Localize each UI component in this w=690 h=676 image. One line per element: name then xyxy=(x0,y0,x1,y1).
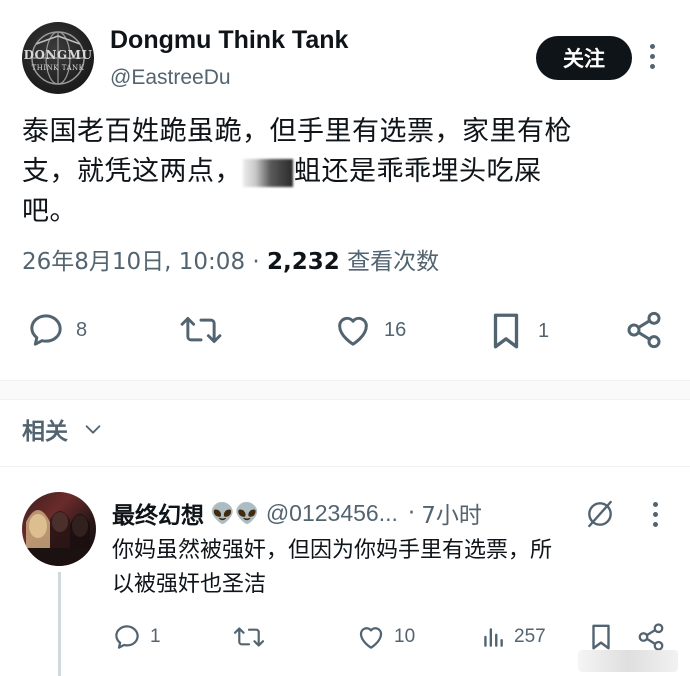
bookmark-icon xyxy=(493,313,519,349)
related-label: 相关 xyxy=(22,419,68,445)
reply-display-name[interactable]: 最终幻想 xyxy=(112,496,204,530)
post-meta: 26年8月10日, 10:08 · 2,232 查看次数 xyxy=(22,242,439,276)
reply-share-button[interactable] xyxy=(636,622,666,652)
share-icon xyxy=(627,311,661,349)
reply-count: 8 xyxy=(76,318,88,341)
alien-emoji: 👽👽 xyxy=(210,501,260,525)
reply-icon xyxy=(30,314,62,346)
author-avatar[interactable]: DONGMU THINK TANK xyxy=(22,22,94,94)
reply-views-count: 257 xyxy=(514,626,546,647)
reply-text: 你妈虽然被强奸，但因为你妈手里有选票，所 以被强奸也圣洁 xyxy=(112,534,672,602)
bar-chart-icon xyxy=(484,628,503,647)
repost-icon xyxy=(233,627,265,647)
post-timestamp[interactable]: 26年8月10日, 10:08 xyxy=(22,249,245,275)
reply-views-button[interactable]: 257 xyxy=(480,622,546,652)
divider xyxy=(0,466,690,467)
share-icon xyxy=(638,623,664,651)
reply-reply-button[interactable]: 1 xyxy=(112,622,161,652)
reply-like-button[interactable]: 10 xyxy=(356,622,415,652)
reply-text-line: 以被强奸也圣洁 xyxy=(112,572,267,597)
reply-text-line: 你妈虽然被强奸，但因为你妈手里有选票，所 xyxy=(112,538,553,563)
avatar-logo-text: DONGMU xyxy=(23,48,93,62)
post-text: 泰国老百姓跪虽跪，但手里有选票，家里有枪 支，就凭这两点， 蛆还是乖乖埋头吃屎 吧… xyxy=(22,112,662,232)
like-count: 16 xyxy=(384,318,407,341)
bookmark-button[interactable]: 1 xyxy=(488,310,549,352)
meta-separator: · xyxy=(407,500,416,526)
reply-button[interactable]: 8 xyxy=(26,310,87,350)
follow-button[interactable]: 关注 xyxy=(536,36,632,80)
repost-button[interactable] xyxy=(178,310,224,350)
like-button[interactable]: 16 xyxy=(332,310,406,350)
repost-icon xyxy=(180,317,222,343)
post-text-line: 泰国老百姓跪虽跪，但手里有选票，家里有枪 xyxy=(22,116,572,147)
post-text-segment: 蛆还是乖乖埋头吃屎 xyxy=(294,156,542,187)
chevron-down-icon xyxy=(85,425,101,434)
related-toggle[interactable]: 相关 xyxy=(22,412,104,446)
reply-like-count: 10 xyxy=(394,626,416,647)
reply-reply-count: 1 xyxy=(150,626,161,647)
watermark-blur xyxy=(578,650,678,672)
divider xyxy=(0,399,690,400)
reply-header: 最终幻想 👽👽 @0123456... · 7小时 xyxy=(112,496,482,530)
section-gap xyxy=(0,381,690,399)
reply-bookmark-button[interactable] xyxy=(588,622,614,652)
reply-more-options-icon[interactable] xyxy=(648,502,662,532)
post-text-line: 吧。 xyxy=(22,196,77,227)
meta-separator: · xyxy=(252,249,260,275)
redaction-mosaic xyxy=(243,158,293,187)
share-button[interactable] xyxy=(624,310,664,350)
bookmark-icon xyxy=(592,624,610,650)
view-count: 2,232 xyxy=(267,249,340,275)
view-label: 查看次数 xyxy=(347,249,440,275)
author-display-name[interactable]: Dongmu Think Tank xyxy=(110,26,348,55)
heart-icon xyxy=(359,627,383,649)
bookmark-count: 1 xyxy=(538,319,550,342)
avatar-logo-subtext: THINK TANK xyxy=(31,64,85,72)
heart-icon xyxy=(338,316,368,346)
author-handle[interactable]: @EastreeDu xyxy=(110,66,231,90)
reply-icon xyxy=(115,625,139,649)
band-photo-icon xyxy=(22,510,96,566)
reply-handle[interactable]: @0123456... xyxy=(266,500,398,527)
thread-connector-line xyxy=(58,572,61,676)
reply-time[interactable]: 7小时 xyxy=(421,496,482,530)
post-text-segment: 支，就凭这两点， xyxy=(22,156,242,187)
post-text-line: 支，就凭这两点， 蛆还是乖乖埋头吃屎 xyxy=(22,152,662,192)
reply-author-avatar[interactable] xyxy=(22,492,96,566)
grok-icon[interactable] xyxy=(584,498,616,534)
reply-repost-button[interactable] xyxy=(232,622,266,652)
more-options-icon[interactable] xyxy=(642,44,662,72)
